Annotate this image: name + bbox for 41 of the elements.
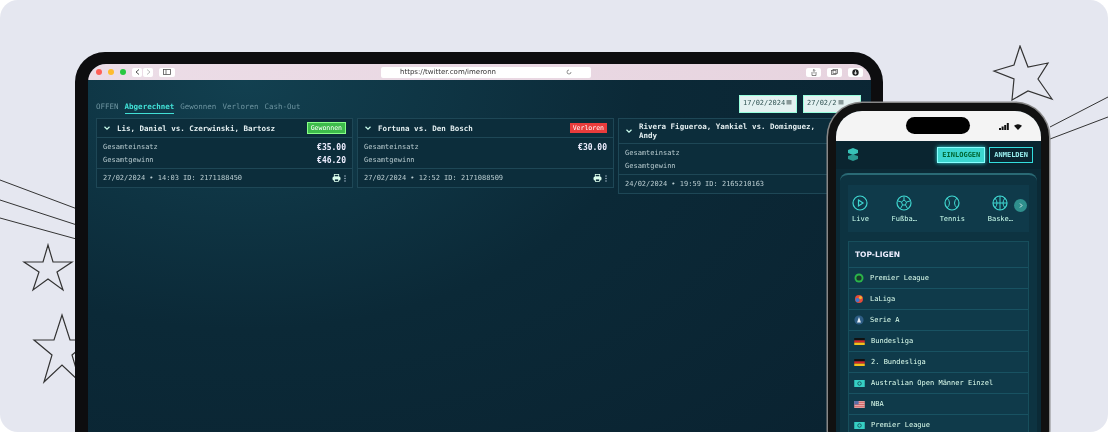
amount-value: €30.00 [578, 142, 607, 152]
germany-flag-icon [854, 337, 865, 345]
maximize-dot-icon[interactable] [120, 69, 126, 75]
calendar-icon[interactable] [786, 99, 793, 105]
calendar-icon[interactable] [837, 99, 844, 105]
signal-icon [999, 122, 1009, 130]
chevron-down-icon[interactable] [103, 124, 111, 132]
football-icon [896, 195, 913, 211]
league-logo-icon [854, 315, 864, 325]
next-button[interactable] [1014, 199, 1027, 212]
amount-value: €35.00 [317, 142, 346, 152]
tennis-ball-icon [944, 195, 961, 211]
line-drawing [1050, 95, 1108, 140]
tabs-button[interactable] [827, 67, 842, 77]
league-logo-icon [854, 294, 864, 304]
tennis-league-icon [854, 421, 865, 429]
tennis-league-icon [854, 379, 865, 387]
germany-flag-icon [854, 358, 865, 366]
back-button[interactable] [132, 67, 142, 77]
play-icon [852, 195, 869, 211]
league-logo-icon [854, 273, 864, 283]
star-drawing [990, 45, 1056, 101]
amount-value: €46.20 [317, 155, 346, 165]
close-dot-icon[interactable] [96, 69, 102, 75]
chevron-right-icon [1018, 203, 1023, 208]
usa-flag-icon [854, 400, 865, 408]
share-button[interactable] [806, 67, 821, 77]
reload-icon[interactable] [566, 69, 572, 75]
wifi-icon [1013, 122, 1023, 130]
minimize-dot-icon[interactable] [108, 69, 114, 75]
sidebar-button[interactable] [159, 67, 175, 77]
basketball-icon [992, 195, 1009, 211]
camera-notch [906, 117, 970, 134]
print-icon[interactable] [332, 174, 341, 182]
logo-icon[interactable] [846, 147, 860, 163]
chevron-down-icon[interactable] [625, 127, 633, 135]
download-button[interactable] [848, 67, 863, 77]
chevron-left-icon [134, 69, 140, 75]
chevron-right-icon [145, 69, 151, 75]
print-icon[interactable] [593, 174, 602, 182]
chevron-down-icon[interactable] [364, 124, 372, 132]
